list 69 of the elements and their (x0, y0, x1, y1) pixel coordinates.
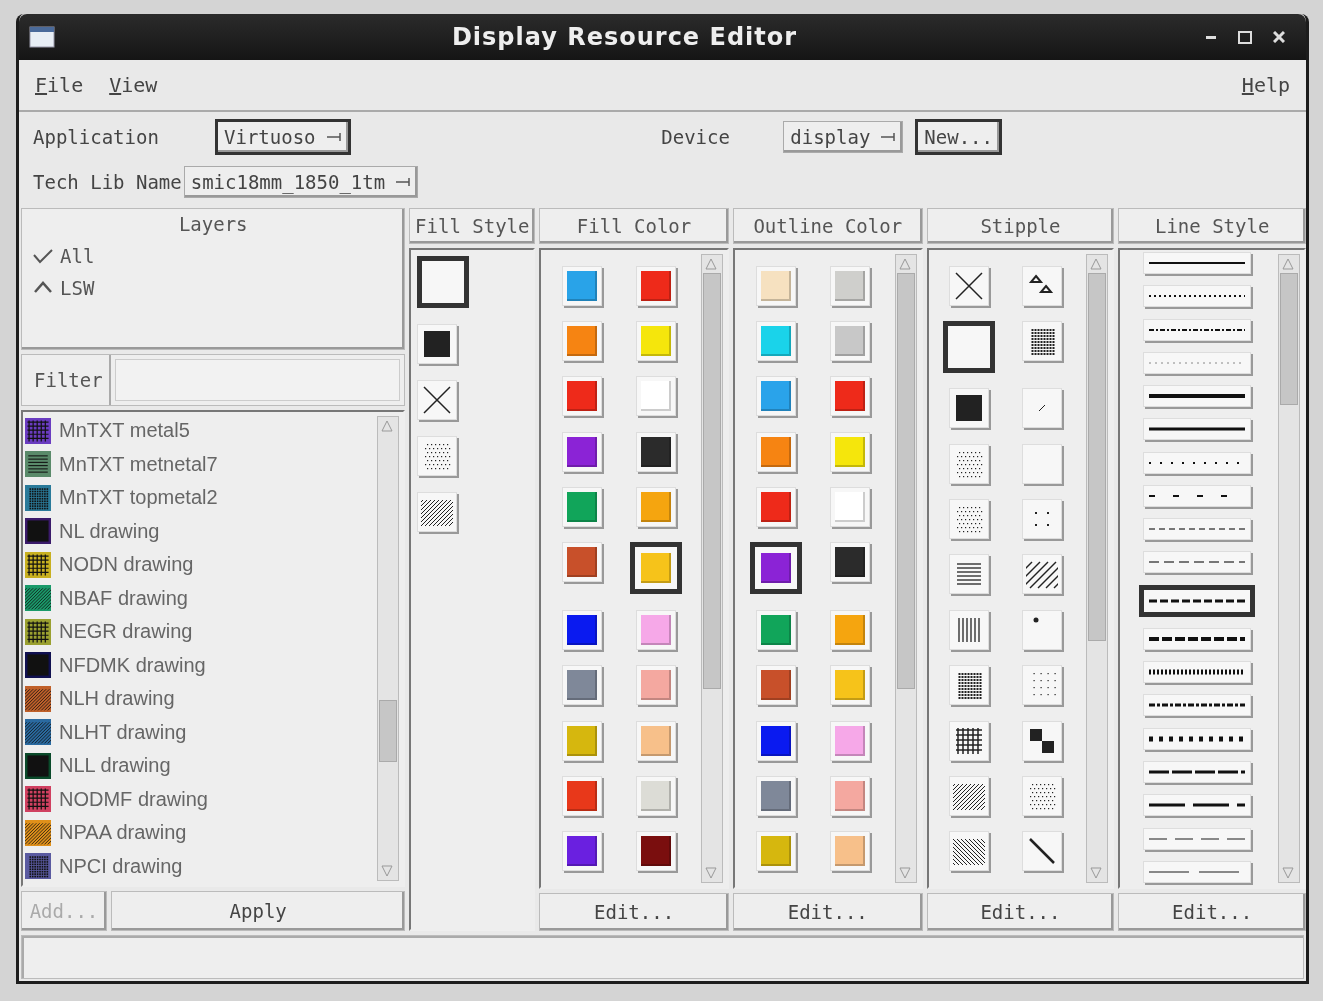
fill-style-option[interactable] (417, 256, 470, 308)
application-dropdown[interactable]: Virtuoso (215, 119, 351, 155)
filter-label: Filter (22, 355, 111, 405)
layer-item[interactable]: NODMF drawing (25, 783, 372, 815)
layer-item[interactable]: NBAF drawing (25, 582, 372, 614)
scroll-thumb[interactable] (896, 273, 915, 689)
layer-item[interactable]: NLL drawing (25, 750, 372, 782)
scroll-thumb[interactable] (702, 273, 721, 689)
cross-pattern-icon (953, 269, 985, 302)
dropdown-indicator-icon (880, 132, 897, 142)
widediag-pattern-icon (1025, 558, 1058, 591)
minimize-icon (1206, 35, 1216, 39)
scroll-thumb[interactable] (1280, 273, 1298, 405)
layer-item[interactable]: NPCI drawing (25, 850, 372, 882)
layer-item[interactable]: NLHT drawing (25, 716, 372, 748)
field-label: Tech Lib Name (33, 171, 182, 193)
scroll-thumb[interactable] (1088, 273, 1107, 642)
cross-pattern-icon (421, 384, 454, 416)
menu-item[interactable]: Help (1241, 73, 1290, 97)
layer-item[interactable]: NEGR drawing (25, 616, 372, 648)
scrollbar[interactable] (1278, 254, 1300, 883)
layer-item[interactable]: NLH drawing (25, 683, 372, 715)
column-header: Fill Color (539, 208, 729, 244)
window-icon (29, 26, 55, 48)
panel-title: Layers (178, 213, 248, 235)
hlines-pattern-icon (28, 456, 48, 473)
scrollbar[interactable] (894, 254, 917, 883)
menu-item[interactable]: File (35, 73, 84, 97)
dropdown-indicator-icon (395, 177, 412, 187)
speck-pattern-icon (1037, 404, 1046, 413)
edit-button[interactable]: Edit... (926, 893, 1115, 931)
option-label[interactable]: All (60, 245, 95, 267)
layer-item[interactable]: MnTXT metal5 (25, 415, 372, 447)
filter-field[interactable] (114, 359, 401, 401)
edit-button[interactable]: Edit... (732, 893, 923, 931)
layer-item[interactable]: MnTXT topmetal2 (25, 482, 372, 514)
stipple-option[interactable] (943, 321, 995, 374)
window-title: Display Resource Editor (450, 23, 799, 51)
column-header: Fill Style (409, 208, 536, 244)
dot-pattern-icon (1032, 616, 1039, 623)
dropdown-indicator-icon (325, 132, 342, 142)
device-dropdown[interactable]: display (783, 121, 904, 153)
scrollbar[interactable] (700, 254, 723, 883)
field-label: Application (33, 126, 160, 148)
layer-item[interactable]: NL drawing (25, 515, 372, 547)
field-label: Device (661, 126, 731, 148)
scrollbar[interactable] (1086, 254, 1109, 883)
new-button[interactable]: New... (915, 119, 1002, 155)
tech-lib-dropdown[interactable]: smic18mm_1850_1tm (183, 166, 419, 198)
layer-item[interactable]: NFDMK drawing (25, 649, 372, 681)
apply-button[interactable]: Apply (111, 891, 406, 931)
maximize-icon (1238, 30, 1252, 44)
layer-item[interactable]: NODN drawing (25, 549, 372, 581)
layer-item[interactable]: MnTXT metnetal7 (25, 448, 372, 480)
layer-item[interactable]: NPAA drawing (25, 817, 372, 849)
column-header: Stipple (926, 208, 1115, 244)
scroll-thumb[interactable] (379, 699, 398, 762)
color-swatch[interactable] (749, 542, 802, 595)
column-header: Outline Color (732, 208, 923, 244)
color-swatch[interactable] (629, 542, 682, 595)
close-icon (1273, 31, 1285, 43)
option-label[interactable]: LSW (60, 277, 95, 299)
menu-item[interactable]: View (109, 73, 158, 97)
check-icon (32, 247, 54, 265)
edit-button[interactable]: Edit... (539, 893, 729, 931)
edit-button[interactable]: Edit... (1118, 893, 1306, 931)
column-header: Line Style (1118, 208, 1306, 244)
scrollbar[interactable] (377, 416, 400, 881)
line-style-option[interactable] (1139, 584, 1256, 617)
